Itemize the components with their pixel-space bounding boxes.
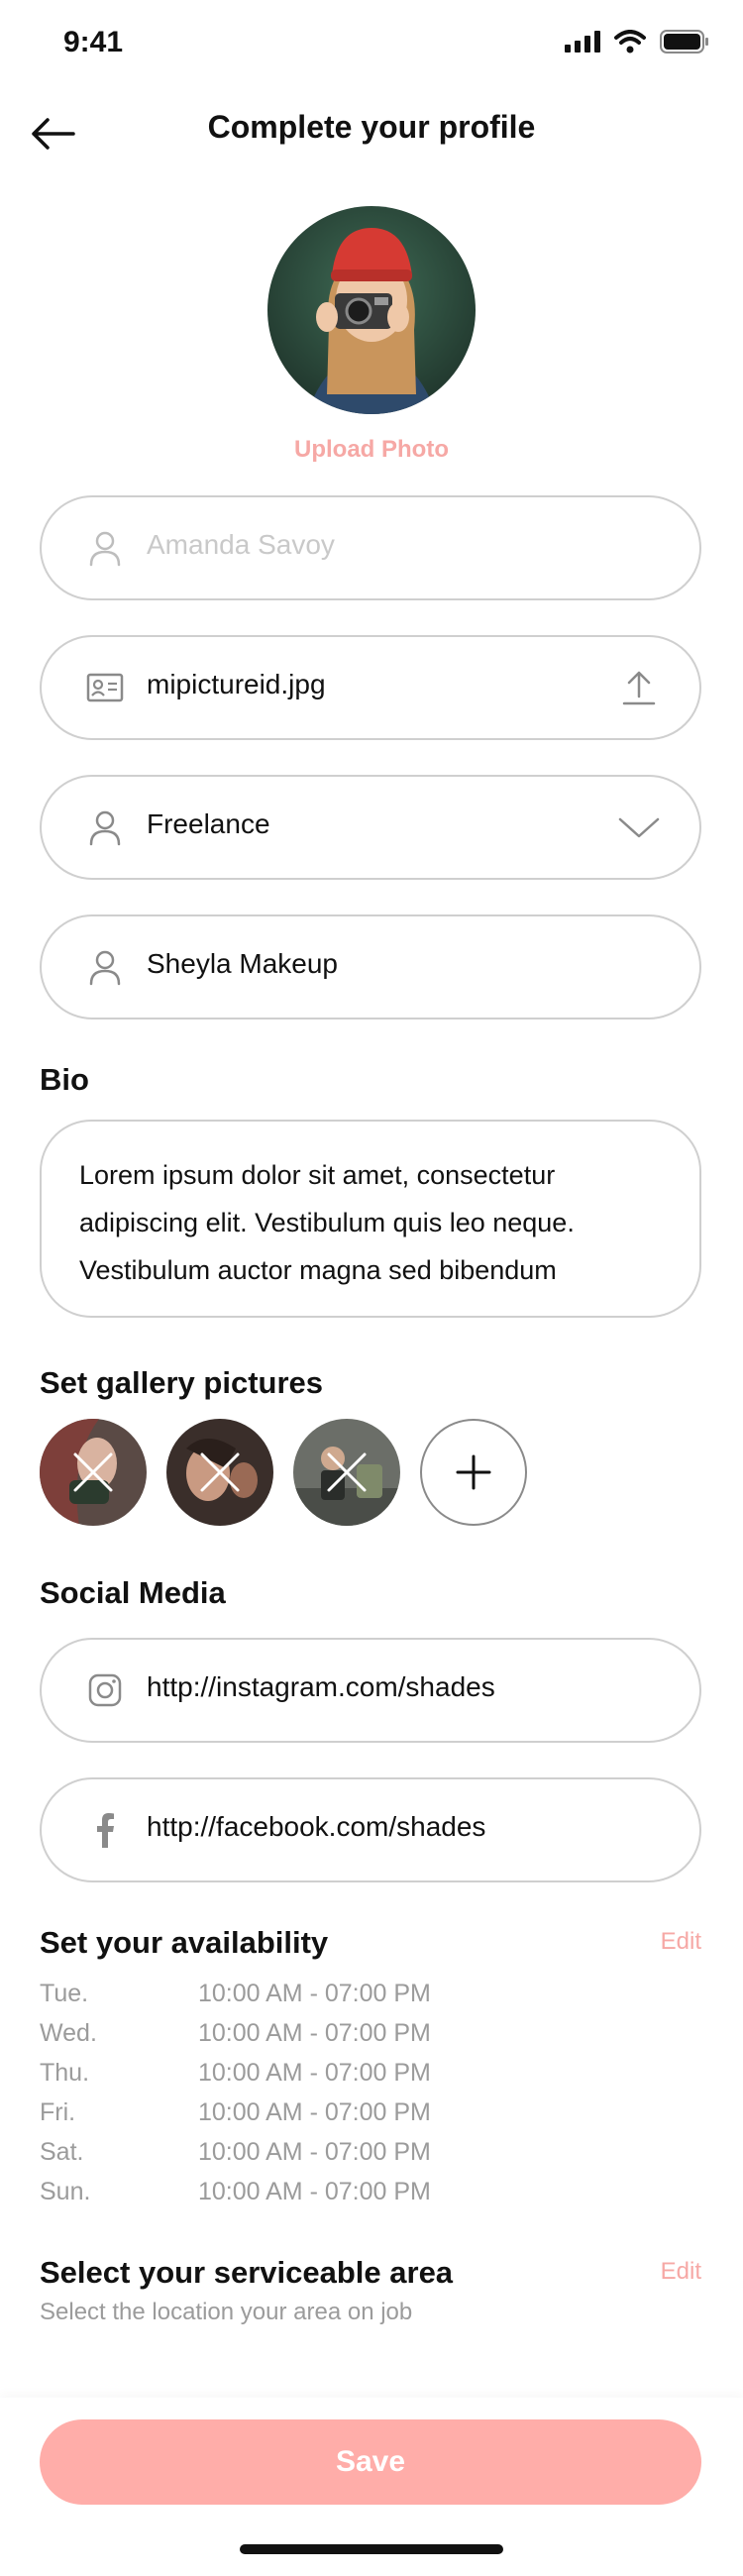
plus-icon: [456, 1454, 491, 1490]
user-icon: [89, 531, 121, 567]
availability-time: 10:00 AM - 07:00 PM: [198, 2098, 431, 2126]
availability-day: Sun.: [40, 2178, 91, 2205]
facebook-field[interactable]: http://facebook.com/shades: [40, 1777, 701, 1882]
gallery-title: Set gallery pictures: [40, 1365, 324, 1400]
instagram-field[interactable]: http://instagram.com/shades: [40, 1638, 701, 1743]
bio-title: Bio: [40, 1062, 89, 1097]
gallery-image: [40, 1419, 147, 1526]
add-gallery-button[interactable]: [420, 1419, 527, 1526]
service-area-title: Select your serviceable area: [40, 2255, 454, 2290]
availability-title: Set your availability: [40, 1925, 329, 1960]
work-type-select[interactable]: Freelance: [40, 775, 701, 880]
instagram-icon: [88, 1673, 122, 1707]
availability-row: Thu. 10:00 AM - 07:00 PM: [40, 2059, 495, 2098]
name-field[interactable]: Amanda Savoy: [40, 495, 701, 600]
service-area-subtitle: Select the location your area on job: [40, 2299, 413, 2325]
availability-day: Thu.: [40, 2059, 90, 2087]
id-file-value: mipictureid.jpg: [147, 669, 326, 699]
availability-time: 10:00 AM - 07:00 PM: [198, 2059, 431, 2087]
work-type-value: Freelance: [147, 808, 270, 839]
availability-time: 10:00 AM - 07:00 PM: [198, 1980, 431, 2007]
availability-row: Sun. 10:00 AM - 07:00 PM: [40, 2178, 495, 2217]
profile-photo-image: [267, 206, 476, 414]
gallery-thumb[interactable]: [293, 1419, 400, 1526]
wifi-icon: [614, 30, 646, 54]
status-time: 9:41: [63, 26, 124, 58]
facebook-icon: [97, 1813, 114, 1848]
availability-time: 10:00 AM - 07:00 PM: [198, 2019, 431, 2047]
status-icons: [565, 30, 709, 54]
business-name-value: Sheyla Makeup: [147, 948, 339, 979]
status-bar: 9:41: [0, 0, 743, 89]
availability-time: 10:00 AM - 07:00 PM: [198, 2178, 431, 2205]
gallery-thumb[interactable]: [166, 1419, 273, 1526]
gallery-image: [293, 1419, 400, 1526]
user-icon: [89, 810, 121, 846]
availability-row: Wed. 10:00 AM - 07:00 PM: [40, 2019, 495, 2059]
upload-photo-link[interactable]: Upload Photo: [0, 436, 743, 464]
availability-day: Fri.: [40, 2098, 76, 2126]
signal-icon: [565, 31, 600, 53]
chevron-down-icon[interactable]: [618, 806, 660, 848]
battery-icon: [660, 30, 708, 54]
gallery-image: [166, 1419, 273, 1526]
facebook-value: http://facebook.com/shades: [147, 1811, 486, 1842]
instagram-value: http://instagram.com/shades: [147, 1671, 495, 1702]
availability-day: Sat.: [40, 2138, 84, 2166]
page-title: Complete your profile: [207, 109, 536, 145]
availability-row: Tue. 10:00 AM - 07:00 PM: [40, 1980, 495, 2019]
top-nav: Complete your profile: [0, 89, 743, 178]
id-upload-field[interactable]: mipictureid.jpg: [40, 635, 701, 740]
profile-avatar[interactable]: [267, 206, 476, 414]
name-placeholder: Amanda Savoy: [147, 529, 335, 560]
social-title: Social Media: [40, 1575, 226, 1610]
service-area-edit-link[interactable]: Edit: [661, 2258, 701, 2286]
availability-time: 10:00 AM - 07:00 PM: [198, 2138, 431, 2166]
availability-day: Wed.: [40, 2019, 97, 2047]
save-button[interactable]: Save: [40, 2419, 701, 2505]
upload-icon[interactable]: [618, 667, 660, 708]
availability-day: Tue.: [40, 1980, 89, 2007]
id-card-icon: [86, 673, 124, 702]
home-indicator: [240, 2544, 503, 2554]
availability-row: Fri. 10:00 AM - 07:00 PM: [40, 2098, 495, 2138]
user-icon: [89, 950, 121, 986]
availability-edit-link[interactable]: Edit: [661, 1928, 701, 1956]
availability-row: Sat. 10:00 AM - 07:00 PM: [40, 2138, 495, 2178]
gallery-thumb[interactable]: [40, 1419, 147, 1526]
bio-textarea[interactable]: Lorem ipsum dolor sit amet, consectetur …: [40, 1120, 701, 1318]
business-name-field[interactable]: Sheyla Makeup: [40, 914, 701, 1020]
